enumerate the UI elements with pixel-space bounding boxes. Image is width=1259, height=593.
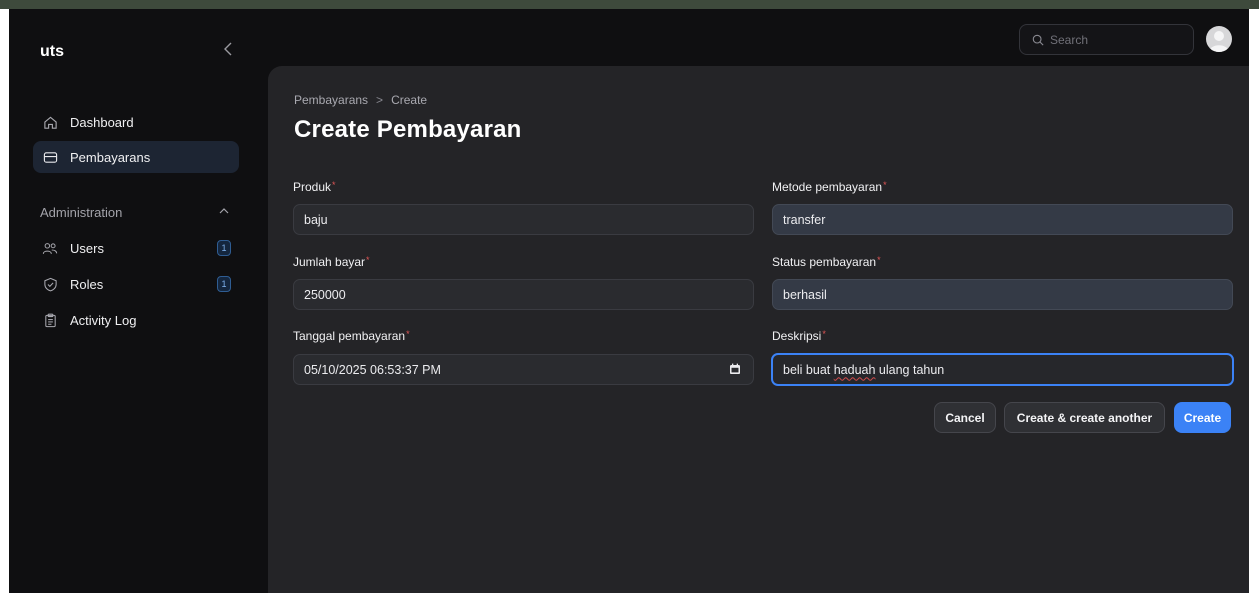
breadcrumb-separator: > bbox=[376, 93, 384, 107]
required-mark: * bbox=[883, 180, 887, 190]
sidebar-item-label: Roles bbox=[70, 276, 104, 292]
search-icon bbox=[1032, 34, 1044, 46]
produk-value: baju bbox=[304, 212, 328, 227]
tanggal-value: 05/10/2025 06:53:37 PM bbox=[304, 362, 441, 377]
jumlah-label: Jumlah bayar* bbox=[293, 255, 370, 269]
jumlah-field[interactable]: 250000 bbox=[293, 279, 754, 310]
avatar-icon bbox=[1209, 31, 1229, 52]
shield-icon bbox=[42, 276, 58, 292]
chevron-up-icon bbox=[219, 208, 229, 214]
required-mark: * bbox=[366, 255, 370, 265]
create-another-button[interactable]: Create & create another bbox=[1004, 402, 1165, 433]
app-window: uts Dashboard Pembayarans Administration… bbox=[9, 9, 1249, 593]
breadcrumb-parent-link[interactable]: Pembayarans bbox=[294, 93, 368, 107]
brand-name[interactable]: uts bbox=[40, 43, 64, 61]
deskripsi-text-start: beli buat bbox=[783, 362, 834, 377]
create-button[interactable]: Create bbox=[1174, 402, 1231, 433]
status-label-text: Status pembayaran bbox=[772, 255, 877, 269]
calendar-icon[interactable] bbox=[729, 363, 741, 375]
status-label: Status pembayaran* bbox=[772, 255, 881, 269]
search-placeholder: Search bbox=[1050, 32, 1089, 47]
breadcrumb-current: Create bbox=[391, 93, 428, 107]
users-icon bbox=[42, 240, 58, 256]
metode-select[interactable]: transfer bbox=[772, 204, 1233, 235]
collapse-sidebar-button[interactable] bbox=[217, 39, 239, 61]
sidebar-item-label: Dashboard bbox=[70, 114, 134, 130]
sidebar-item-label: Pembayarans bbox=[70, 149, 151, 165]
collapse-group-button[interactable] bbox=[217, 205, 231, 217]
sidebar-item-label: Activity Log bbox=[70, 312, 137, 328]
deskripsi-label-text: Deskripsi bbox=[772, 329, 822, 343]
tanggal-label: Tanggal pembayaran* bbox=[293, 329, 410, 343]
window-top-strip bbox=[0, 0, 1259, 9]
produk-label-text: Produk bbox=[293, 180, 332, 194]
sidebar-item-roles[interactable]: Roles 1 bbox=[33, 268, 239, 300]
produk-label: Produk* bbox=[293, 180, 336, 194]
count-badge: 1 bbox=[217, 276, 231, 292]
main-panel: Pembayarans > Create Create Pembayaran P… bbox=[268, 66, 1249, 593]
sidebar-item-pembayarans[interactable]: Pembayarans bbox=[33, 141, 239, 173]
jumlah-label-text: Jumlah bayar bbox=[293, 255, 366, 269]
required-mark: * bbox=[406, 329, 410, 339]
sidebar-item-dashboard[interactable]: Dashboard bbox=[33, 106, 239, 138]
chevron-left-icon bbox=[224, 42, 232, 56]
deskripsi-misspelled-word: haduah bbox=[833, 362, 876, 377]
deskripsi-text-end: ulang tahun bbox=[875, 362, 945, 377]
deskripsi-label: Deskripsi* bbox=[772, 329, 826, 343]
metode-label: Metode pembayaran* bbox=[772, 180, 887, 194]
status-select[interactable]: berhasil bbox=[772, 279, 1233, 310]
count-badge: 1 bbox=[217, 240, 231, 256]
required-mark: * bbox=[822, 329, 826, 339]
required-mark: * bbox=[332, 180, 336, 190]
cancel-button[interactable]: Cancel bbox=[934, 402, 996, 433]
user-avatar[interactable] bbox=[1206, 26, 1232, 52]
sidebar-item-activity-log[interactable]: Activity Log bbox=[33, 304, 239, 336]
deskripsi-field[interactable]: beli buat haduah ulang tahun bbox=[771, 353, 1234, 386]
sidebar-item-label: Users bbox=[70, 240, 104, 256]
deskripsi-value: beli buat haduah ulang tahun bbox=[783, 363, 944, 377]
required-mark: * bbox=[877, 255, 881, 265]
sidebar: uts Dashboard Pembayarans Administration… bbox=[9, 9, 259, 593]
metode-value: transfer bbox=[783, 212, 826, 227]
produk-field[interactable]: baju bbox=[293, 204, 754, 235]
clipboard-icon bbox=[42, 312, 58, 328]
sidebar-item-users[interactable]: Users 1 bbox=[33, 232, 239, 264]
home-icon bbox=[42, 114, 58, 130]
tanggal-label-text: Tanggal pembayaran bbox=[293, 329, 406, 343]
page-title: Create Pembayaran bbox=[294, 116, 522, 143]
status-value: berhasil bbox=[783, 287, 827, 302]
card-icon bbox=[42, 149, 58, 165]
search-input[interactable]: Search bbox=[1019, 24, 1194, 55]
jumlah-value: 250000 bbox=[304, 287, 346, 302]
breadcrumb: Pembayarans > Create bbox=[294, 93, 427, 107]
sidebar-group-administration[interactable]: Administration bbox=[40, 205, 122, 220]
tanggal-field[interactable]: 05/10/2025 06:53:37 PM bbox=[293, 354, 754, 385]
metode-label-text: Metode pembayaran bbox=[772, 180, 883, 194]
